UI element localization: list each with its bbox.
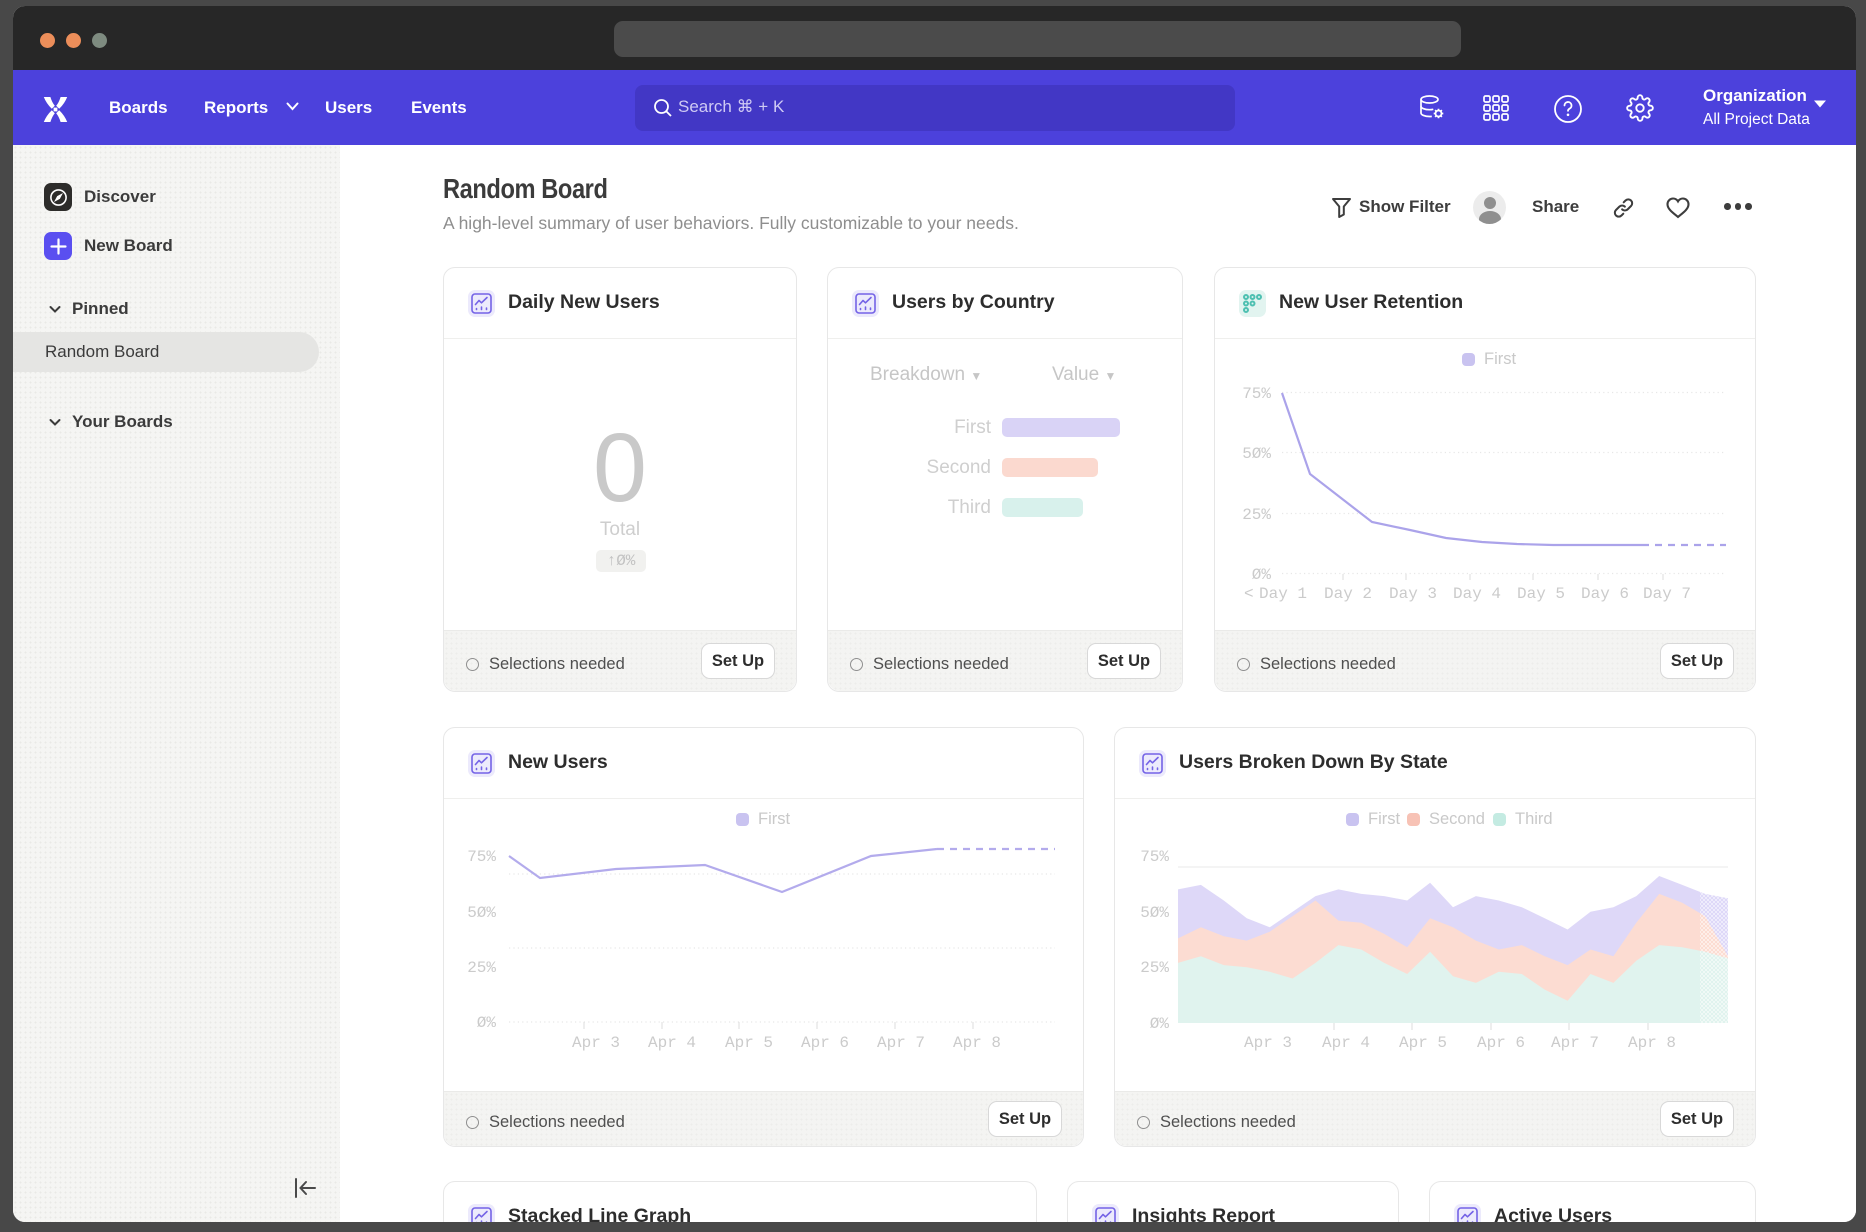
svg-text:Apr 3: Apr 3 — [1244, 1034, 1292, 1052]
svg-text:75%: 75% — [1140, 848, 1169, 866]
svg-text:25%: 25% — [467, 959, 496, 977]
svg-text:Ø%: Ø% — [1150, 1015, 1170, 1033]
svg-text:Day 5: Day 5 — [1517, 585, 1565, 603]
svg-text:Apr 7: Apr 7 — [877, 1034, 925, 1052]
svg-text:Apr 3: Apr 3 — [572, 1034, 620, 1052]
svg-text:Apr 8: Apr 8 — [1628, 1034, 1676, 1052]
svg-text:Apr 4: Apr 4 — [1322, 1034, 1370, 1052]
svg-text:75%: 75% — [467, 848, 496, 866]
svg-text:Apr 8: Apr 8 — [953, 1034, 1001, 1052]
svg-text:Apr 5: Apr 5 — [725, 1034, 773, 1052]
svg-text:Apr 7: Apr 7 — [1551, 1034, 1599, 1052]
svg-text:Day 6: Day 6 — [1581, 585, 1629, 603]
svg-text:Ø%: Ø% — [477, 1014, 497, 1032]
svg-text:Day 4: Day 4 — [1453, 585, 1501, 603]
svg-text:Apr 6: Apr 6 — [801, 1034, 849, 1052]
svg-text:Day 1: Day 1 — [1259, 585, 1307, 603]
svg-text:Apr 6: Apr 6 — [1477, 1034, 1525, 1052]
svg-text:<: < — [1244, 585, 1254, 603]
svg-text:25%: 25% — [1242, 506, 1271, 524]
svg-text:25%: 25% — [1140, 959, 1169, 977]
svg-text:Day 7: Day 7 — [1643, 585, 1691, 603]
svg-text:Apr 4: Apr 4 — [648, 1034, 696, 1052]
svg-text:Ø%: Ø% — [1252, 566, 1272, 584]
svg-text:5Ø%: 5Ø% — [1140, 904, 1169, 922]
svg-text:5Ø%: 5Ø% — [1242, 445, 1271, 463]
svg-text:5Ø%: 5Ø% — [467, 904, 496, 922]
svg-text:Day 3: Day 3 — [1389, 585, 1437, 603]
svg-text:Day 2: Day 2 — [1324, 585, 1372, 603]
svg-text:75%: 75% — [1242, 385, 1271, 403]
svg-text:Apr 5: Apr 5 — [1399, 1034, 1447, 1052]
